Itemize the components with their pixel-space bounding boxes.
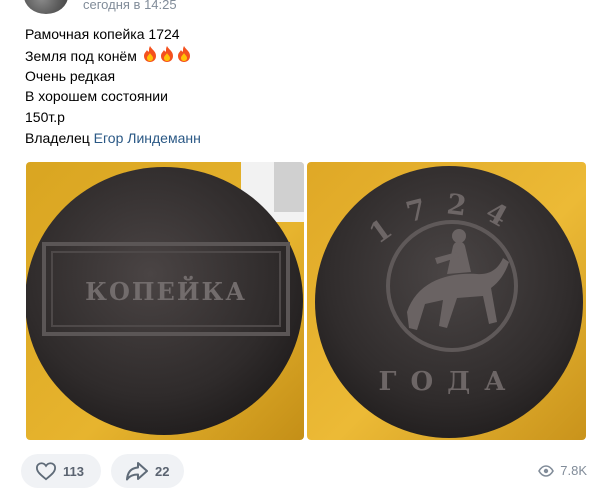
avatar[interactable] — [24, 0, 68, 14]
coin-word: ГОДА — [379, 367, 520, 397]
post-line-detail: Земля под конём — [25, 45, 201, 66]
post-line-rarity: Очень редкая — [25, 67, 116, 84]
views-count: 7.8K — [560, 463, 587, 478]
post-line-price: 150т.р — [25, 109, 65, 126]
like-count: 113 — [63, 463, 84, 479]
owner-link[interactable]: Егор Линдеманн — [94, 130, 201, 146]
post-line-detail-text: Земля под конём — [25, 47, 137, 64]
fire-icon — [142, 45, 194, 69]
post-actions: 113 22 7.8K — [0, 454, 609, 490]
post-text: Рамочная копейка 1724 Земля под конём Оч… — [25, 24, 201, 149]
post-line-owner: Владелец Егор Линдеманн — [25, 128, 201, 149]
coin-legend: КОПЕЙКА — [85, 275, 247, 306]
views-counter: 7.8K — [538, 463, 587, 478]
heart-icon — [35, 462, 57, 481]
share-count: 22 — [155, 463, 170, 479]
post-line-title: Рамочная копейка 1724 — [25, 26, 180, 42]
post-header: сегодня в 14:25 — [0, 0, 609, 18]
photo-coin-obverse[interactable]: КОПЕЙКА — [26, 162, 304, 440]
post-line-condition: В хорошем состоянии — [25, 88, 168, 105]
post-timestamp[interactable]: сегодня в 14:25 — [83, 0, 177, 12]
like-button[interactable]: 113 — [21, 454, 101, 488]
owner-prefix: Владелец — [25, 129, 90, 146]
share-button[interactable]: 22 — [111, 454, 184, 488]
share-arrow-icon — [126, 462, 148, 481]
eye-icon — [538, 464, 555, 477]
photo-coin-reverse[interactable]: 1724 ГОДА — [307, 162, 586, 440]
